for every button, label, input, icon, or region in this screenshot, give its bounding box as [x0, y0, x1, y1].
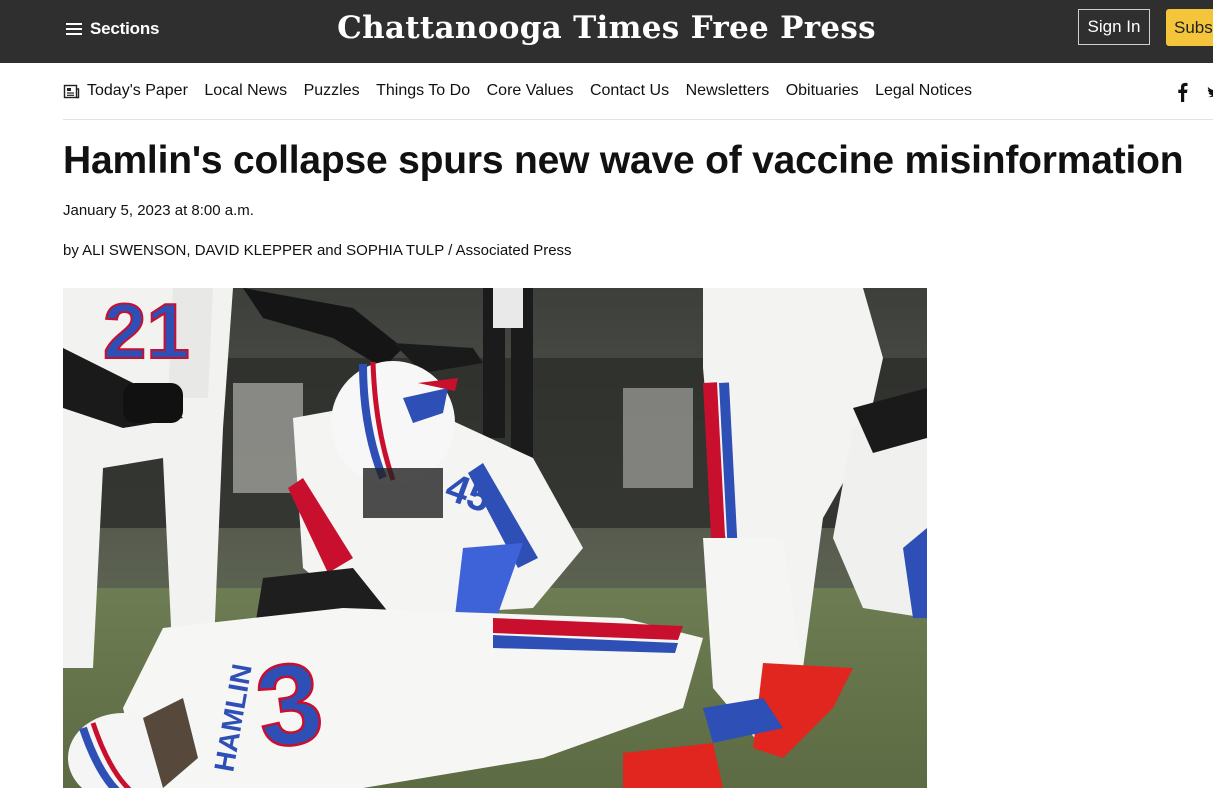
subscribe-button[interactable]: Subs [1166, 9, 1213, 46]
sign-in-button[interactable]: Sign In [1078, 9, 1150, 45]
nav-item-legal-notices[interactable]: Legal Notices [875, 82, 972, 100]
facebook-icon[interactable] [1175, 82, 1189, 102]
nav-item-obituaries[interactable]: Obituaries [786, 82, 859, 100]
article-photo[interactable]: 21 45 3 HAMLIN [63, 288, 927, 788]
nav-item-todays-paper[interactable]: Today's Paper [63, 82, 188, 100]
nav-item-puzzles[interactable]: Puzzles [304, 82, 360, 100]
nav-item-core-values[interactable]: Core Values [487, 82, 574, 100]
nav-item-contact-us[interactable]: Contact Us [590, 82, 669, 100]
nav-item-label: Today's Paper [87, 82, 188, 99]
nav-item-local-news[interactable]: Local News [204, 82, 287, 100]
article-date: January 5, 2023 at 8:00 a.m. [63, 202, 254, 219]
newspaper-icon [63, 84, 80, 98]
nav-item-things-to-do[interactable]: Things To Do [376, 82, 470, 100]
top-bar: Sections Chattanooga Times Free Press Si… [0, 0, 1213, 63]
jersey-number-21: 21 [103, 288, 190, 375]
twitter-icon[interactable] [1206, 84, 1213, 100]
nav-item-newsletters[interactable]: Newsletters [686, 82, 770, 100]
article-headline: Hamlin's collapse spurs new wave of vacc… [63, 139, 1184, 182]
football-players-image: 21 45 3 HAMLIN [63, 288, 927, 788]
main-nav: Today's Paper Local News Puzzles Things … [63, 80, 989, 102]
nav-divider [63, 119, 1213, 120]
site-logo[interactable]: Chattanooga Times Free Press [0, 8, 1213, 48]
article-byline: by ALI SWENSON, DAVID KLEPPER and SOPHIA… [63, 242, 572, 259]
